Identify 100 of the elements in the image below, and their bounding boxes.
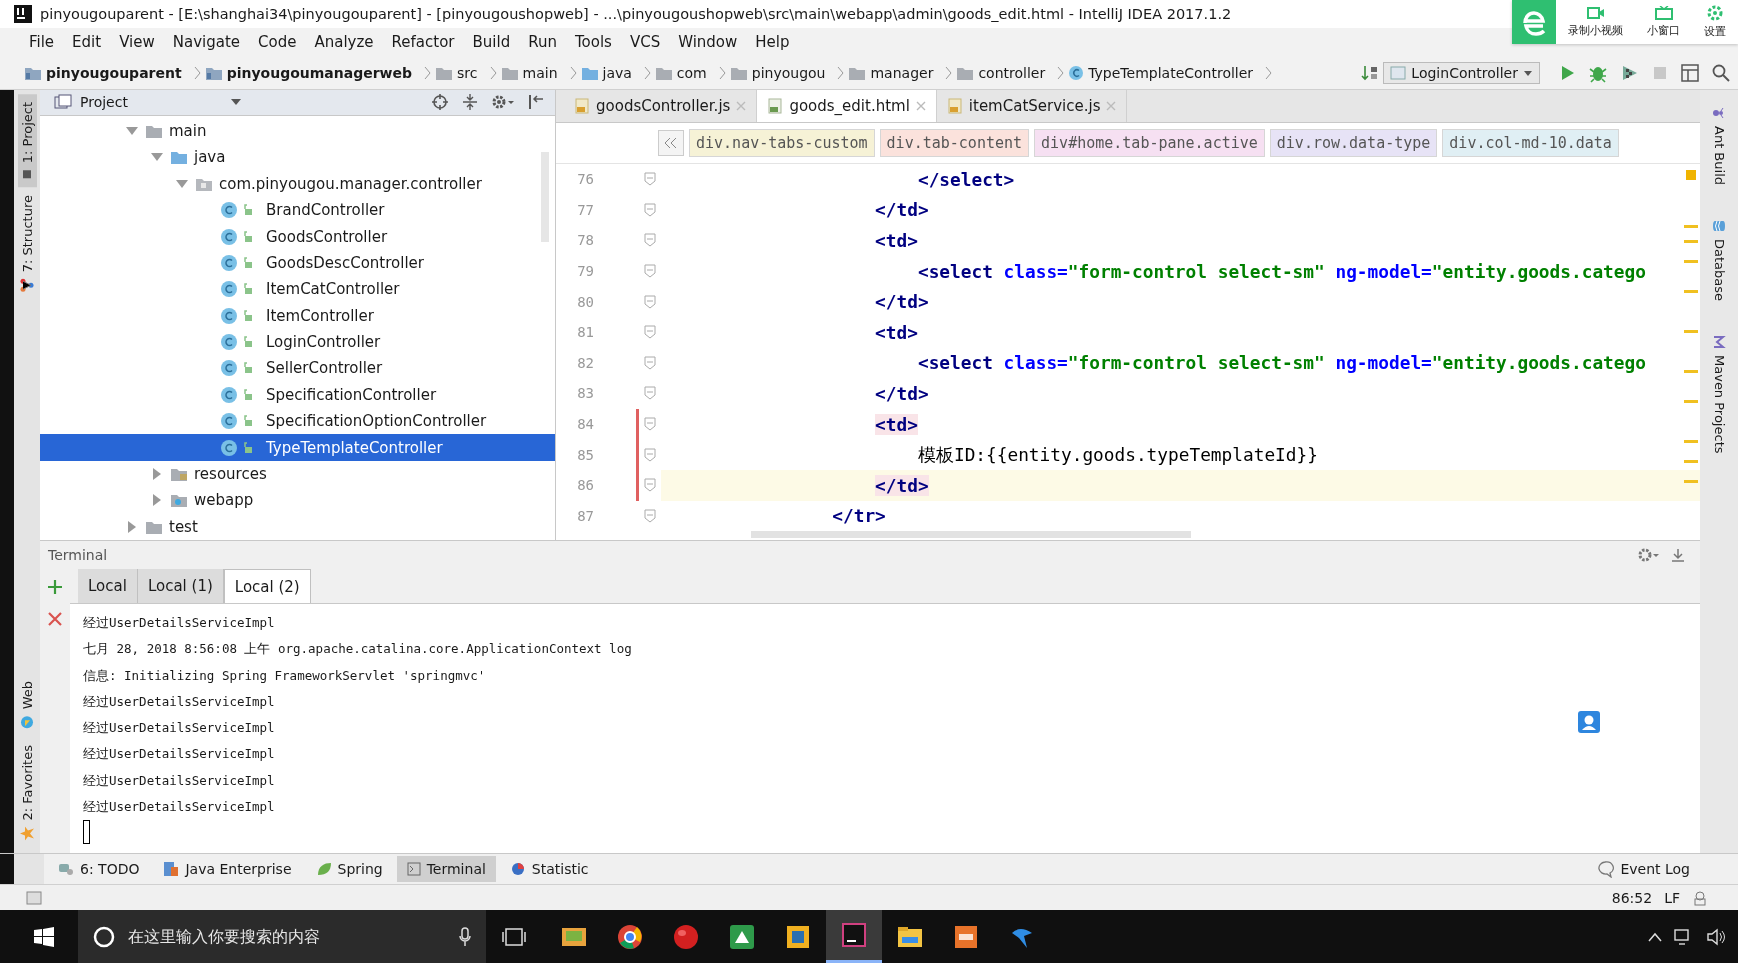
person-icon[interactable] — [1578, 711, 1600, 733]
tag-breadcrumb[interactable]: div.row.data-type — [1269, 129, 1438, 157]
tool-window-button[interactable]: Statistic — [499, 856, 599, 882]
tag-breadcrumb[interactable]: div.tab-content — [879, 129, 1030, 157]
project-structure-icon[interactable] — [1680, 62, 1700, 83]
change-marker[interactable] — [636, 469, 639, 501]
hide-panel-icon[interactable] — [527, 93, 545, 112]
fold-marker-icon[interactable] — [644, 264, 656, 279]
speaker-icon[interactable] — [1706, 927, 1726, 946]
tree-item[interactable]: SellerController — [40, 355, 555, 382]
fold-marker-icon[interactable] — [644, 508, 656, 523]
tree-item[interactable]: main — [40, 117, 555, 145]
fold-marker-icon[interactable] — [644, 386, 656, 401]
fold-marker-icon[interactable] — [644, 355, 656, 370]
editor-tab[interactable]: itemCatService.js — [936, 90, 1128, 122]
tool-window-button[interactable]: Java Enterprise — [153, 856, 302, 882]
tree-item[interactable]: TypeTemplateController — [40, 434, 555, 461]
menu-item[interactable]: Build — [463, 33, 520, 51]
breadcrumb-item[interactable]: src — [435, 64, 478, 81]
sort-icon[interactable] — [1361, 63, 1380, 82]
scrollbar-thumb[interactable] — [751, 531, 1191, 539]
minimize-icon[interactable] — [1670, 547, 1686, 563]
menu-item[interactable]: Edit — [63, 33, 111, 51]
fold-marker-icon[interactable] — [644, 172, 656, 187]
plus-icon[interactable] — [47, 579, 63, 595]
menu-item[interactable]: Analyze — [305, 33, 383, 51]
breadcrumb-item[interactable]: manager — [848, 64, 934, 81]
terminal-tab[interactable]: Local (2) — [223, 569, 311, 603]
breadcrumb-item[interactable]: main — [500, 64, 558, 81]
editor-tab[interactable]: goods_edit.html — [757, 90, 937, 122]
locate-icon[interactable] — [431, 93, 449, 112]
menu-item[interactable]: Code — [249, 33, 306, 51]
tool-window-tab[interactable]: 2: Favorites — [17, 737, 37, 849]
tool-window-button[interactable]: Spring — [305, 856, 393, 882]
breadcrumb-item[interactable]: pinyougouparent — [24, 64, 182, 81]
breadcrumb-item[interactable]: TypeTemplateController — [1068, 64, 1254, 81]
menu-item[interactable]: Help — [746, 33, 799, 51]
double-chevron-icon[interactable] — [658, 130, 684, 156]
breadcrumb-item[interactable]: com — [654, 64, 707, 81]
tree-item[interactable]: LoginController — [40, 328, 555, 356]
run-configuration-dropdown[interactable]: LoginController — [1383, 61, 1540, 84]
change-marker[interactable] — [636, 408, 639, 440]
tree-item[interactable]: ItemController — [40, 302, 555, 329]
change-marker[interactable] — [636, 439, 639, 470]
breadcrumb-item[interactable]: pinyougou — [729, 64, 826, 81]
menu-item[interactable]: Window — [669, 33, 747, 51]
recorder-button[interactable]: 录制小视频 — [1556, 0, 1635, 44]
tool-window-button[interactable]: Terminal — [396, 856, 496, 882]
line-separator[interactable]: LF — [1664, 889, 1680, 906]
tree-item[interactable]: ItemCatController — [40, 276, 555, 303]
menu-item[interactable]: Refactor — [382, 33, 464, 51]
scrollbar-thumb[interactable] — [541, 152, 549, 242]
menu-item[interactable]: File — [20, 33, 64, 51]
inspector-icon[interactable] — [1692, 889, 1708, 906]
tree-item[interactable]: resources — [40, 460, 555, 488]
tag-breadcrumb[interactable]: div.nav-tabs-custom — [689, 129, 875, 157]
tool-window-tab[interactable]: Database — [1709, 211, 1729, 310]
menu-item[interactable]: VCS — [620, 33, 670, 51]
windows-logo-icon[interactable] — [34, 926, 54, 947]
tool-window-button[interactable]: Event Log — [1586, 856, 1700, 882]
task-view-icon[interactable] — [502, 926, 526, 947]
recorder-button[interactable]: 设置 — [1692, 0, 1738, 44]
recorder-button[interactable]: 小窗口 — [1635, 0, 1692, 44]
panel-toggle-icon[interactable] — [26, 890, 42, 905]
tool-window-tab[interactable]: 7: Structure — [17, 187, 37, 301]
collapse-icon[interactable] — [461, 93, 479, 112]
fold-marker-icon[interactable] — [644, 202, 656, 217]
tree-item[interactable]: test — [40, 513, 555, 540]
search-field[interactable]: 在这里输入你要搜索的内容 — [126, 926, 448, 947]
tool-window-button[interactable]: 6: TODO — [48, 856, 150, 882]
tag-breadcrumb[interactable]: div#home.tab-pane.active — [1034, 129, 1265, 157]
menu-item[interactable]: Tools — [565, 33, 621, 51]
tree-item[interactable]: webapp — [40, 487, 555, 514]
fold-marker-icon[interactable] — [644, 447, 656, 462]
tool-window-tab[interactable]: 1: Project — [17, 94, 37, 188]
tool-window-tab[interactable]: Web — [17, 673, 37, 738]
chevron-up-icon[interactable] — [1648, 931, 1662, 942]
fold-marker-icon[interactable] — [644, 325, 656, 340]
tree-item[interactable]: GoodsDescController — [40, 249, 555, 277]
fold-marker-icon[interactable] — [644, 233, 656, 248]
terminal-tab[interactable]: Local (1) — [137, 569, 224, 603]
gear-icon[interactable] — [1638, 547, 1660, 563]
fold-marker-icon[interactable] — [644, 417, 656, 432]
tree-item[interactable]: SpecificationOptionController — [40, 408, 555, 435]
breadcrumb-item[interactable]: java — [580, 64, 632, 81]
tree-item[interactable]: com.pinyougou.manager.controller — [40, 170, 555, 197]
fold-marker-icon[interactable] — [644, 478, 656, 493]
fold-marker-icon[interactable] — [644, 294, 656, 309]
breadcrumb-item[interactable]: controller — [956, 64, 1046, 81]
menu-item[interactable]: Run — [519, 33, 566, 51]
tree-item[interactable]: java — [40, 144, 555, 171]
breadcrumb-item[interactable]: pinyougoumanagerweb — [204, 64, 413, 81]
caret-position[interactable]: 86:52 — [1611, 889, 1653, 906]
tool-window-tab[interactable]: Ant Build — [1709, 98, 1729, 193]
terminal-tab[interactable]: Local — [78, 569, 138, 603]
caret-icon[interactable] — [229, 98, 242, 107]
menu-item[interactable]: View — [110, 33, 164, 51]
close-icon[interactable] — [47, 611, 63, 627]
tree-item[interactable]: SpecificationController — [40, 381, 555, 409]
tool-window-tab[interactable]: Maven Projects — [1709, 327, 1729, 462]
